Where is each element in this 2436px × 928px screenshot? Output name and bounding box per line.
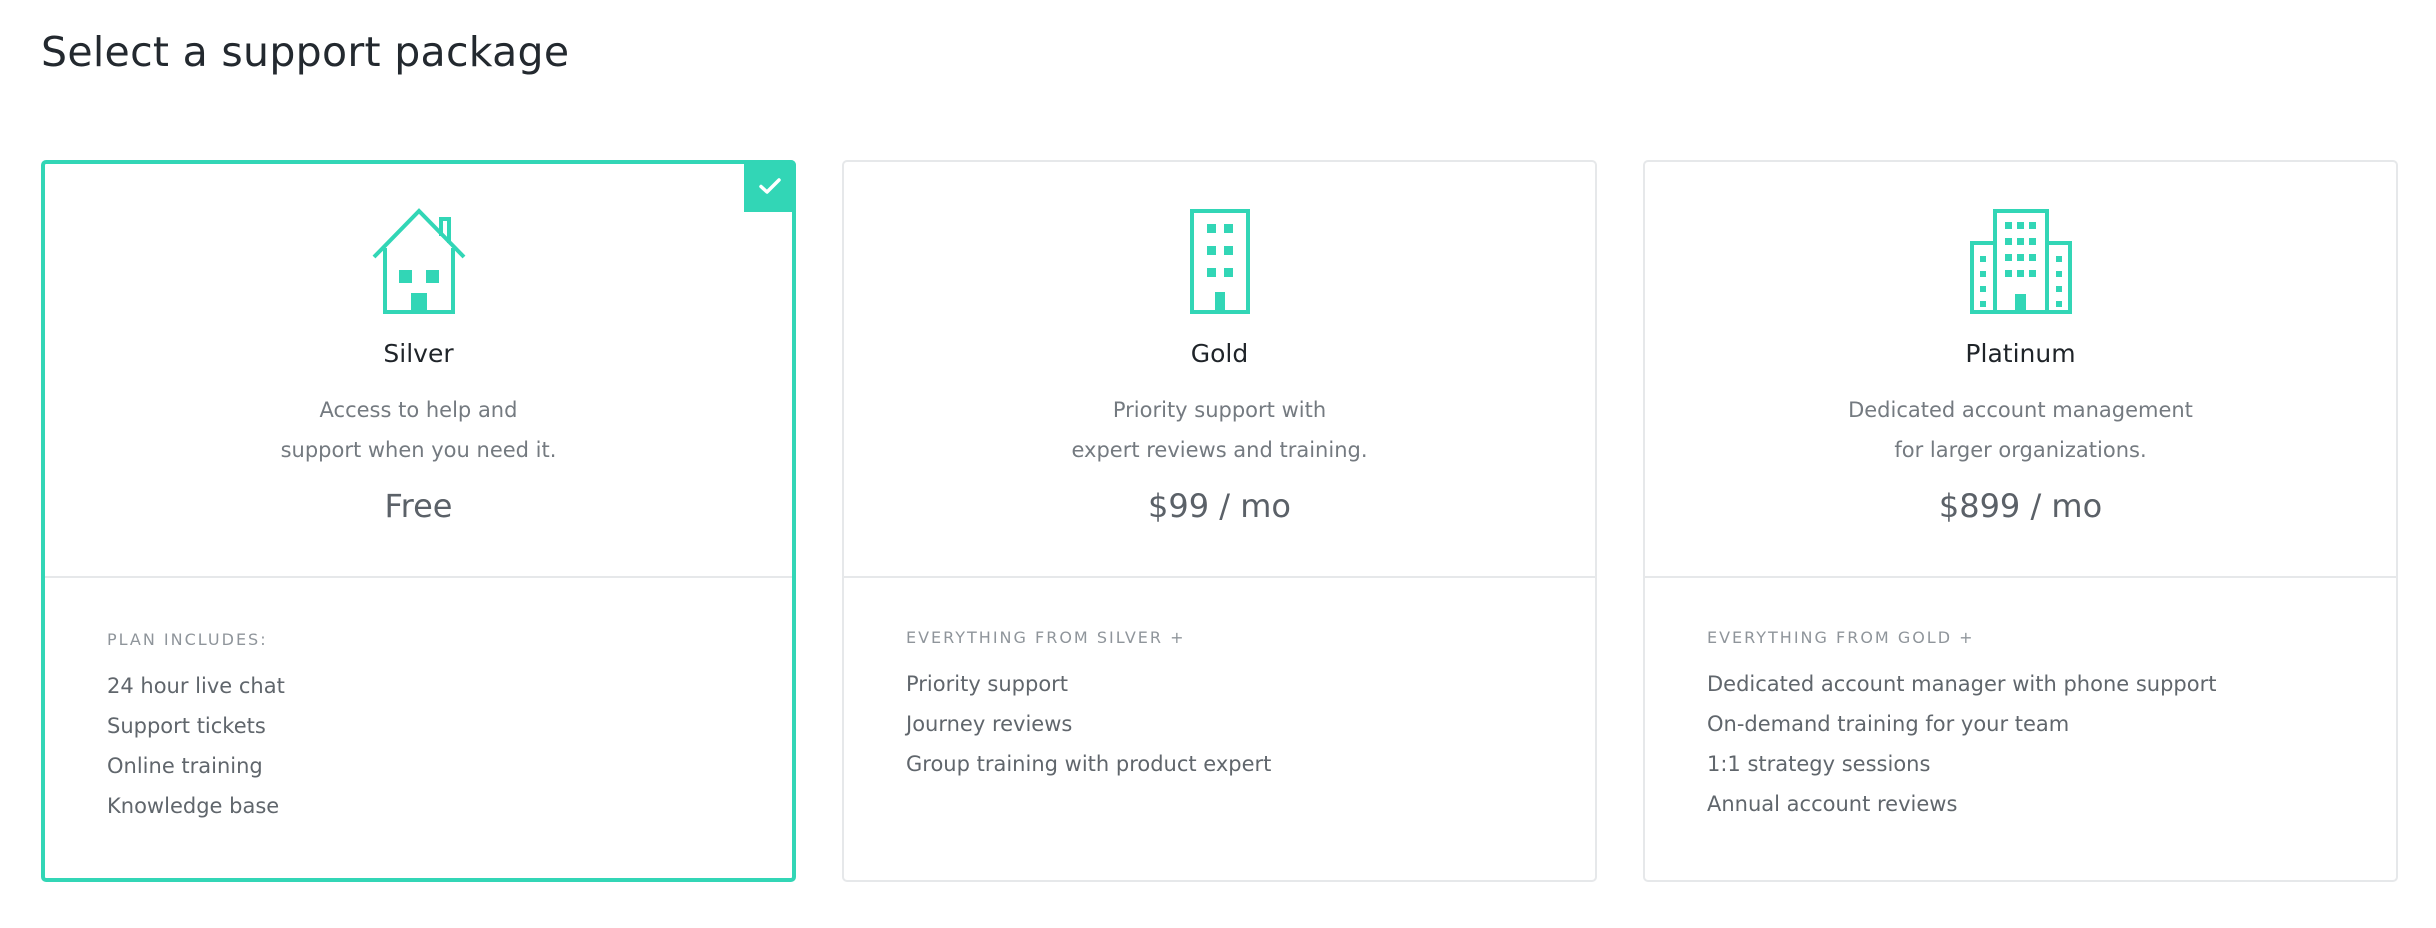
package-card-silver[interactable]: Silver Access to help and support when y… — [41, 160, 796, 882]
plan-price: Free — [384, 487, 453, 525]
office-buildings-icon — [1969, 209, 2072, 314]
features-heading: EVERYTHING FROM SILVER + — [906, 628, 1186, 647]
plan-description: Dedicated account management for larger … — [1848, 398, 2193, 462]
plan-features: EVERYTHING FROM SILVER + Priority suppor… — [844, 578, 1595, 880]
feature-item: Online training — [107, 754, 263, 778]
support-package-options: Silver Access to help and support when y… — [41, 160, 2398, 882]
features-heading: EVERYTHING FROM GOLD + — [1707, 628, 1975, 647]
feature-item: Dedicated account manager with phone sup… — [1707, 672, 2217, 696]
plan-description: Access to help and support when you need… — [280, 398, 557, 462]
plan-description: Priority support with expert reviews and… — [1071, 398, 1368, 462]
feature-item: 24 hour live chat — [107, 674, 285, 698]
feature-list: Dedicated account manager with phone sup… — [1707, 664, 2216, 824]
feature-item: Knowledge base — [107, 794, 280, 818]
building-icon — [1189, 209, 1250, 314]
feature-item: Annual account reviews — [1707, 792, 1958, 816]
feature-list: Priority support Journey reviews Group t… — [906, 664, 1271, 784]
plan-features: PLAN INCLUDES: 24 hour live chat Support… — [45, 580, 792, 878]
feature-item: Priority support — [906, 672, 1069, 696]
feature-item: Group training with product expert — [906, 752, 1272, 776]
features-heading: PLAN INCLUDES: — [107, 630, 268, 649]
plan-features: EVERYTHING FROM GOLD + Dedicated account… — [1645, 578, 2396, 880]
package-card-gold[interactable]: Gold Priority support with expert review… — [842, 160, 1597, 882]
feature-list: 24 hour live chat Support tickets Online… — [107, 666, 285, 826]
house-icon — [372, 208, 465, 314]
package-summary: Platinum Dedicated account management fo… — [1645, 162, 2396, 578]
plan-price: $899 / mo — [1938, 487, 2103, 525]
feature-item: Support tickets — [107, 714, 266, 738]
feature-item: On-demand training for your team — [1707, 712, 2070, 736]
plan-name: Gold — [1190, 339, 1249, 368]
package-summary: Silver Access to help and support when y… — [45, 162, 792, 578]
plan-price: $99 / mo — [1148, 487, 1291, 525]
plan-name: Platinum — [1965, 339, 2076, 368]
page-title: Select a support package — [41, 28, 570, 76]
plan-name: Silver — [383, 339, 454, 368]
package-card-platinum[interactable]: Platinum Dedicated account management fo… — [1643, 160, 2398, 882]
package-summary: Gold Priority support with expert review… — [844, 162, 1595, 578]
feature-item: Journey reviews — [906, 712, 1073, 736]
feature-item: 1:1 strategy sessions — [1707, 752, 1931, 776]
